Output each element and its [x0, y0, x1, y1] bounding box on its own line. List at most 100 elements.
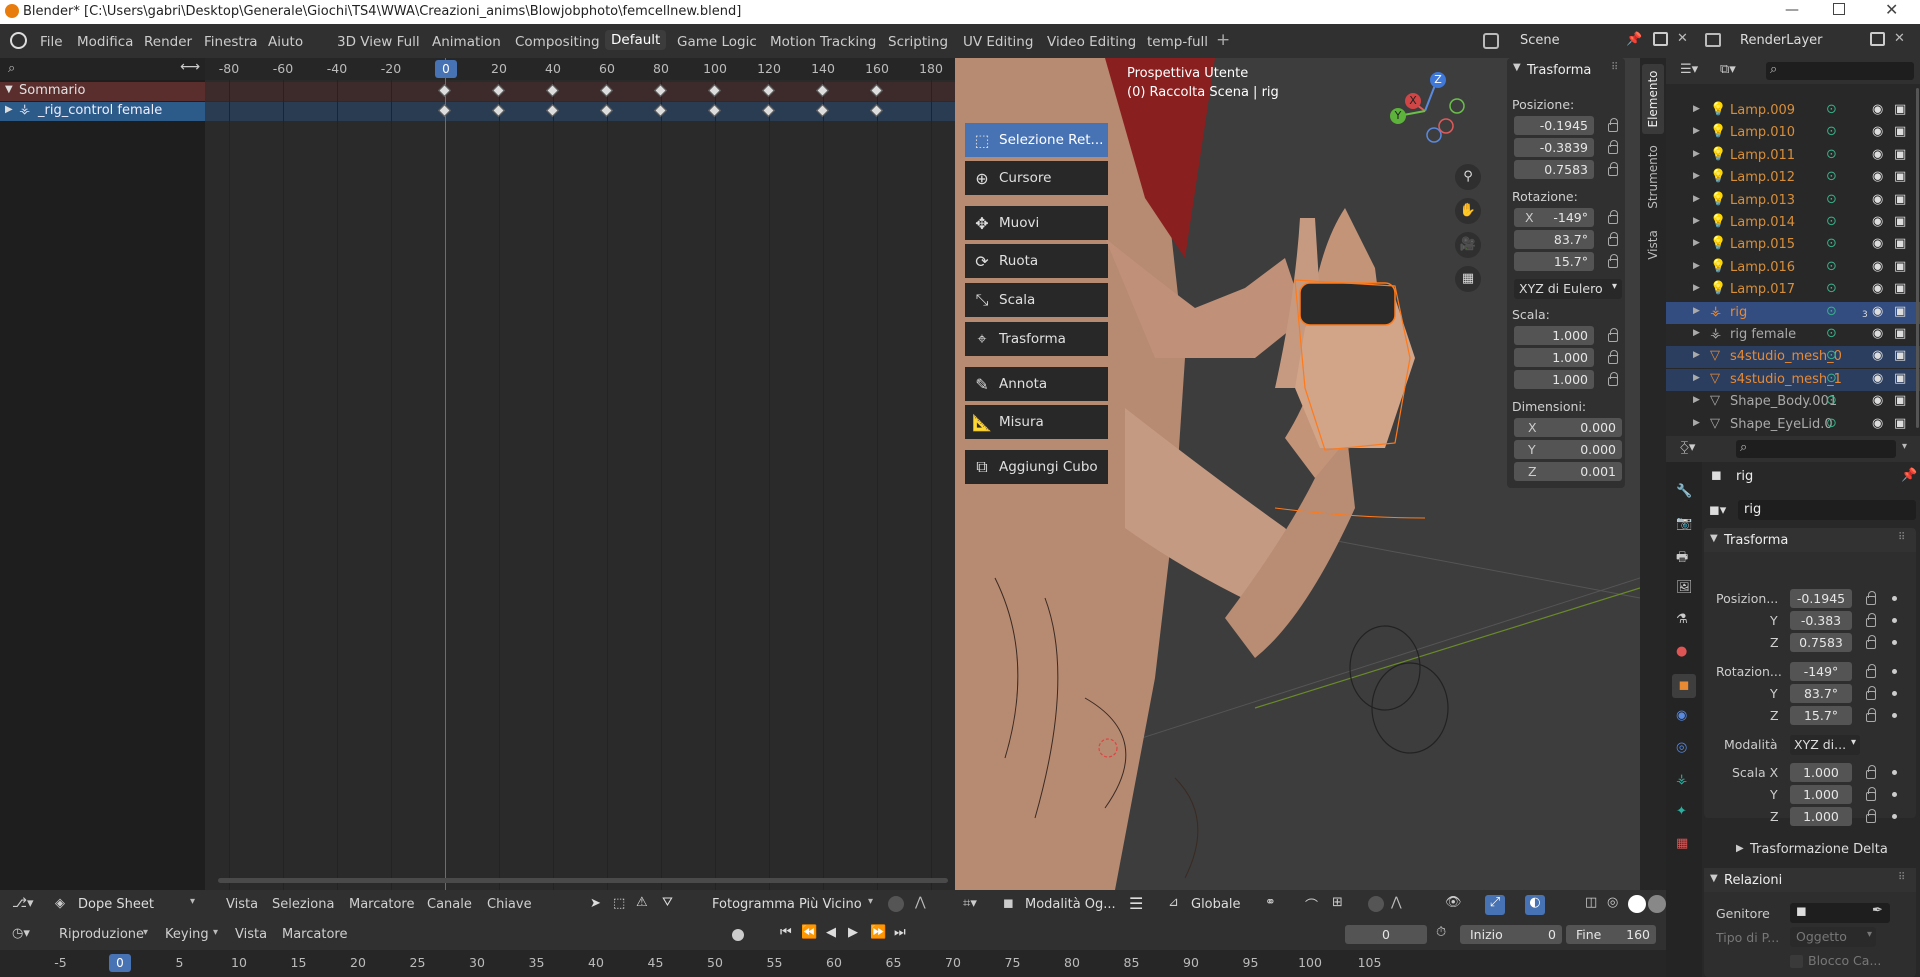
expand-triangle-icon[interactable]: ▶: [1693, 216, 1700, 226]
drag-handle-icon[interactable]: ⠿: [1898, 872, 1905, 883]
timeline-ruler[interactable]: -5 0 5 10 15 20 25 30 35 40 45 50 55 60 65 70 75 80 85 90 95…: [0, 950, 1666, 977]
viewport-menu-icon[interactable]: ☰: [1129, 894, 1143, 913]
collapse-triangle-icon[interactable]: ▼: [1513, 62, 1521, 73]
menu-marcatore[interactable]: Marcatore: [282, 927, 347, 942]
rotation-x-field[interactable]: X -149°: [1514, 208, 1594, 227]
dopesheet-mode-icon[interactable]: ◈: [55, 896, 65, 911]
disclosure-triangle-icon[interactable]: ▼: [5, 84, 13, 95]
editor-type-icon[interactable]: ⌗▾: [963, 896, 977, 911]
snap-icon[interactable]: ⌒: [1305, 895, 1318, 914]
play-reverse-icon[interactable]: ◀: [826, 925, 836, 940]
expand-triangle-icon[interactable]: ▶: [1693, 306, 1700, 316]
expand-triangle-icon[interactable]: ▶: [1693, 104, 1700, 114]
rotation-mode-select[interactable]: XYZ di Eulero ▾: [1514, 279, 1622, 299]
orientation-select[interactable]: Globale: [1191, 897, 1240, 912]
jump-end-icon[interactable]: ⏭: [894, 925, 906, 940]
expand-triangle-icon[interactable]: ▶: [1693, 350, 1700, 360]
lock-icon[interactable]: [1866, 664, 1876, 678]
keyframe-region[interactable]: 0 -80 -60 -40 -20 20 40 60 80 100 120 140 160 180: [205, 58, 955, 890]
rotation-mode-select[interactable]: XYZ di... ▾: [1790, 735, 1860, 755]
visibility-icon[interactable]: 👁: [1445, 895, 1462, 910]
keyframe-dot-icon[interactable]: [1892, 770, 1897, 775]
tab-default[interactable]: Default: [605, 30, 667, 50]
tool-measure[interactable]: 📐 Misura: [965, 405, 1108, 439]
tab-3d-view-full[interactable]: 3D View Full: [337, 34, 420, 50]
scale-y-field[interactable]: 1.000: [1790, 785, 1852, 804]
channel-search[interactable]: ⌕: [0, 58, 205, 80]
lock-icon[interactable]: [1866, 787, 1876, 801]
keyframe-dot-icon[interactable]: [1892, 792, 1897, 797]
render-layer-remove-icon[interactable]: ✕: [1894, 31, 1905, 46]
normalize-toggle-icon[interactable]: ⟷: [180, 59, 200, 75]
location-x-field[interactable]: -0.1945: [1790, 589, 1852, 608]
eye-icon[interactable]: ◉: [1872, 147, 1883, 162]
scale-x-field[interactable]: 1.000: [1790, 763, 1852, 782]
panel-title[interactable]: Trasforma: [1527, 63, 1591, 78]
eye-icon[interactable]: ◉: [1872, 281, 1883, 296]
tab-compositing[interactable]: Compositing: [515, 34, 600, 50]
frame-ruler[interactable]: [205, 58, 955, 80]
close-icon[interactable]: ✕: [1885, 0, 1898, 19]
outliner-row[interactable]: ▶ ⚶ rig ⊙ ◉ ▣ 3: [1666, 301, 1920, 324]
channel-rig[interactable]: ▶ ⚶ _rig_control female: [0, 102, 205, 121]
lock-icon[interactable]: [1608, 140, 1618, 154]
outliner-row[interactable]: ▶ 💡 Lamp.010 ⊙ ◉ ▣: [1666, 122, 1920, 144]
dimension-z-field[interactable]: Z 0.001: [1514, 462, 1622, 481]
expand-triangle-icon[interactable]: ▶: [1693, 283, 1700, 293]
eye-icon[interactable]: ◉: [1872, 259, 1883, 274]
box-select-icon[interactable]: ⬚: [613, 896, 625, 911]
blender-menu-icon[interactable]: [10, 32, 27, 49]
keyframe-dot-icon[interactable]: [1892, 618, 1897, 623]
tab-game-logic[interactable]: Game Logic: [677, 34, 757, 50]
camera-icon[interactable]: ▣: [1894, 393, 1906, 408]
camera-icon[interactable]: ▣: [1894, 281, 1906, 296]
tab-motion-tracking[interactable]: Motion Tracking: [770, 34, 876, 50]
eye-icon[interactable]: ◉: [1872, 102, 1883, 117]
jump-next-key-icon[interactable]: ⏩: [870, 925, 886, 940]
lock-icon[interactable]: [1608, 254, 1618, 268]
y-axis-handle[interactable]: Y: [1390, 108, 1406, 124]
tab-animation[interactable]: Animation: [432, 34, 501, 50]
jump-start-icon[interactable]: ⏮: [780, 925, 792, 940]
expand-triangle-icon[interactable]: ▶: [1693, 149, 1700, 159]
expand-triangle-icon[interactable]: ▶: [1693, 418, 1700, 428]
rotation-x-field[interactable]: -149°: [1790, 662, 1852, 681]
ortho-grid-icon[interactable]: ▦: [1455, 266, 1481, 292]
lock-icon[interactable]: [1866, 635, 1876, 649]
expand-triangle-icon[interactable]: ▶: [5, 104, 13, 115]
scene-icon[interactable]: [1483, 33, 1499, 49]
horizontal-scrollbar[interactable]: [218, 878, 948, 883]
material-shading-icon[interactable]: [1648, 895, 1666, 913]
rotation-y-field[interactable]: 83.7°: [1790, 684, 1852, 703]
pivot-icon[interactable]: ⚭: [1265, 895, 1276, 910]
eye-icon[interactable]: ◉: [1872, 304, 1883, 319]
pan-hand-icon[interactable]: ✋: [1455, 198, 1481, 224]
outliner-search[interactable]: ⌕: [1766, 62, 1914, 80]
tab-uv-editing[interactable]: UV Editing: [963, 34, 1033, 50]
eye-icon[interactable]: ◉: [1872, 326, 1883, 341]
camera-icon[interactable]: ▣: [1894, 102, 1906, 117]
maximize-icon[interactable]: [1833, 3, 1845, 15]
tab-temp-full[interactable]: temp-full: [1147, 34, 1208, 50]
eye-icon[interactable]: ◉: [1872, 192, 1883, 207]
world-tab-icon[interactable]: ●: [1676, 644, 1687, 659]
navigation-gizmo[interactable]: Z X Y: [1385, 66, 1465, 156]
preview-range-icon[interactable]: ⏱: [1436, 925, 1446, 940]
camera-icon[interactable]: ▣: [1894, 192, 1906, 207]
outliner-row[interactable]: ▶ 💡 Lamp.013 ⊙ ◉ ▣: [1666, 190, 1920, 212]
rotation-z-field[interactable]: 15.7°: [1790, 706, 1852, 725]
playhead-line[interactable]: [445, 58, 446, 890]
tool-cursor[interactable]: ⊕ Cursore: [965, 161, 1108, 195]
menu-riproduzione[interactable]: Riproduzione: [59, 927, 144, 942]
menu-file[interactable]: File: [40, 34, 63, 50]
x-axis-handle[interactable]: X: [1405, 93, 1421, 109]
camera-icon[interactable]: ▣: [1894, 326, 1906, 341]
lock-icon[interactable]: [1866, 708, 1876, 722]
drag-handle-icon[interactable]: ⠿: [1611, 62, 1618, 73]
eye-icon[interactable]: ◉: [1872, 371, 1883, 386]
render-tab-icon[interactable]: 📷: [1676, 516, 1692, 531]
scene-copy-icon[interactable]: [1653, 32, 1668, 46]
render-layer-icon[interactable]: [1705, 33, 1721, 47]
lock-icon[interactable]: [1608, 328, 1618, 342]
object-name-field[interactable]: rig: [1738, 500, 1916, 520]
